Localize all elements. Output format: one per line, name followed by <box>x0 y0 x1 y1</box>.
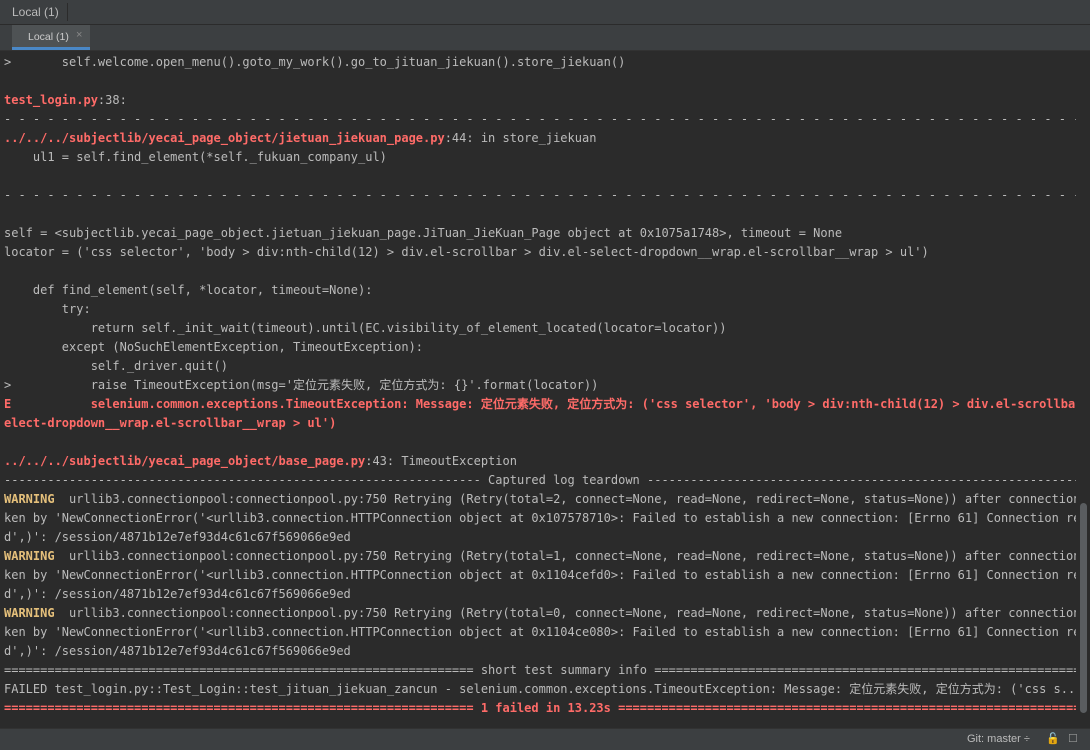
lock-icon[interactable]: 🔓 <box>1046 732 1060 745</box>
terminal-line: > raise TimeoutException(msg='定位元素失败, 定位… <box>4 378 599 392</box>
terminal-line: def find_element(self, *locator, timeout… <box>4 283 373 297</box>
terminal-line: E selenium.common.exceptions.TimeoutExce… <box>4 395 1076 414</box>
line-text: :38: <box>97 93 127 107</box>
terminal-line: d',)': /session/4871b12e7ef93d4c61c67f56… <box>4 644 351 658</box>
terminal-line: self = <subjectlib.yecai_page_object.jie… <box>4 226 843 240</box>
terminal-line: self._driver.quit() <box>4 359 228 373</box>
terminal-line: ken by 'NewConnectionError('<urllib3.con… <box>4 511 1076 525</box>
notifications-icon[interactable]: ☐ <box>1068 732 1078 745</box>
terminal-line: elect-dropdown__wrap.el-scrollbar__wrap … <box>4 414 336 433</box>
line-text: urllib3.connectionpool:connectionpool.py… <box>54 606 1076 620</box>
terminal-line: ul1 = self.find_element(*self._fukuan_co… <box>4 150 387 164</box>
error-text: ========================================… <box>4 701 1076 715</box>
error-text: ../../../subjectlib/yecai_page_object/ba… <box>4 454 366 468</box>
terminal-line: except (NoSuchElementException, TimeoutE… <box>4 340 424 354</box>
error-text: ../../../subjectlib/yecai_page_object/ji… <box>4 131 445 145</box>
scrollbar-thumb[interactable] <box>1080 503 1087 713</box>
terminal-line: ----------------------------------------… <box>4 473 1076 487</box>
line-text: urllib3.connectionpool:connectionpool.py… <box>54 492 1076 506</box>
error-text: E selenium.common.exceptions.TimeoutExce… <box>4 397 1076 411</box>
tool-window-header: Local (1) <box>0 0 1090 25</box>
line-text: :44: in store_jiekuan <box>444 131 597 145</box>
terminal-tab-bar: Local (1) × <box>0 25 1090 51</box>
terminal-line: FAILED test_login.py::Test_Login::test_j… <box>4 682 1076 696</box>
terminal-line: d',)': /session/4871b12e7ef93d4c61c67f56… <box>4 587 351 601</box>
terminal-line: ken by 'NewConnectionError('<urllib3.con… <box>4 568 1076 582</box>
divider <box>67 3 68 21</box>
terminal-line: > self.welcome.open_menu().goto_my_work(… <box>4 55 626 69</box>
terminal-line: - - - - - - - - - - - - - - - - - - - - … <box>4 112 1076 126</box>
terminal-line: WARNING urllib3.connectionpool:connectio… <box>4 490 1076 509</box>
log-level-warning: WARNING <box>4 606 55 620</box>
line-text: :43: TimeoutException <box>365 454 517 468</box>
error-text: elect-dropdown__wrap.el-scrollbar__wrap … <box>4 416 337 430</box>
status-bar: Git: master ÷ 🔓 ☐ <box>0 728 1090 750</box>
error-text: test_login.py <box>4 93 98 107</box>
terminal-line: WARNING urllib3.connectionpool:connectio… <box>4 604 1076 623</box>
tool-window-title: Local (1) <box>12 5 59 19</box>
terminal-line: d',)': /session/4871b12e7ef93d4c61c67f56… <box>4 530 351 544</box>
terminal-line: ../../../subjectlib/yecai_page_object/ba… <box>4 452 517 471</box>
terminal-line: return self._init_wait(timeout).until(EC… <box>4 321 727 335</box>
log-level-warning: WARNING <box>4 492 55 506</box>
tab-label: Local (1) <box>28 31 69 43</box>
terminal-line: try: <box>4 302 91 316</box>
log-level-warning: WARNING <box>4 549 55 563</box>
git-branch-widget[interactable]: Git: master ÷ <box>967 733 1030 745</box>
terminal-line: ========================================… <box>4 699 1076 718</box>
terminal-line: ========================================… <box>4 663 1076 677</box>
terminal-line: - - - - - - - - - - - - - - - - - - - - … <box>4 188 1076 202</box>
terminal-line: WARNING urllib3.connectionpool:connectio… <box>4 547 1076 566</box>
terminal-output[interactable]: > self.welcome.open_menu().goto_my_work(… <box>0 51 1076 727</box>
terminal-line: ken by 'NewConnectionError('<urllib3.con… <box>4 625 1076 639</box>
terminal-line: locator = ('css selector', 'body > div:n… <box>4 245 929 259</box>
terminal-line: ../../../subjectlib/yecai_page_object/ji… <box>4 129 596 148</box>
line-text: urllib3.connectionpool:connectionpool.py… <box>54 549 1076 563</box>
tab-local-1[interactable]: Local (1) × <box>12 25 90 50</box>
close-icon[interactable]: × <box>76 29 82 41</box>
terminal-line: test_login.py:38: <box>4 91 127 110</box>
vertical-scrollbar[interactable] <box>1077 51 1090 727</box>
